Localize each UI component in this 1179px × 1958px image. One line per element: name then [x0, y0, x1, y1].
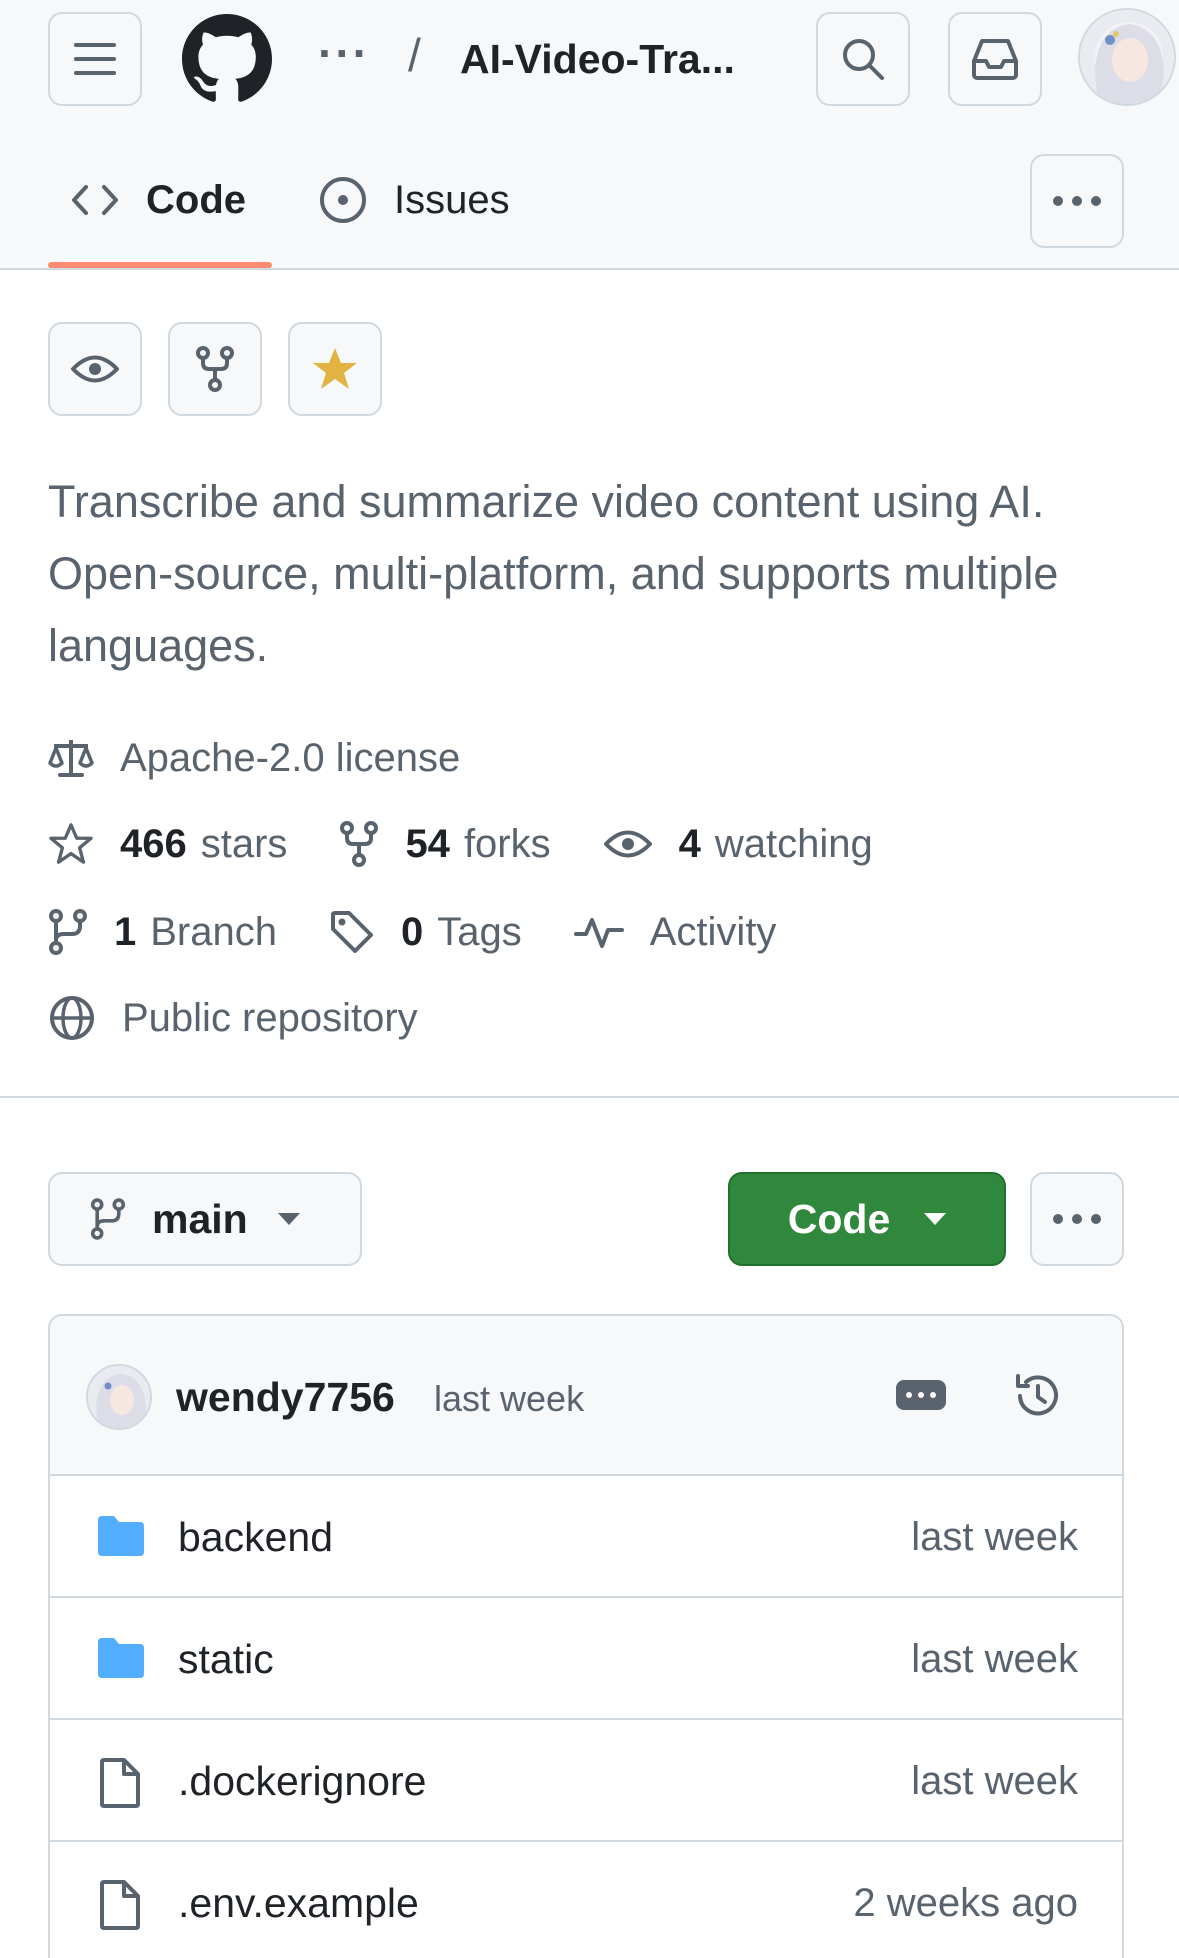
triangle-down-icon: [277, 1213, 300, 1225]
file-row-env-example[interactable]: .env.example 2 weeks ago: [50, 1842, 1122, 1958]
repo-name-link[interactable]: AI-Video-Tra...: [460, 36, 735, 82]
watching-link[interactable]: 4 watching: [603, 822, 873, 867]
branch-select-button[interactable]: main: [48, 1172, 362, 1266]
eye-icon: [603, 827, 653, 861]
forks-link[interactable]: 54 forks: [339, 820, 551, 868]
file-name[interactable]: .env.example: [178, 1878, 419, 1928]
forks-label: forks: [463, 821, 551, 866]
top-header: ··· / AI-Video-Tra... Code Issues: [0, 0, 1179, 270]
inbox-button[interactable]: [948, 12, 1042, 106]
forks-count: 54: [405, 821, 450, 866]
tags-link[interactable]: 0 Tags: [329, 909, 522, 955]
file-name[interactable]: static: [178, 1634, 274, 1684]
section-divider: [0, 1096, 1179, 1098]
tab-issues-label: Issues: [394, 178, 510, 222]
pulse-icon: [573, 914, 624, 950]
file-row-static[interactable]: static last week: [50, 1598, 1122, 1720]
git-branch-icon: [90, 1198, 126, 1240]
activity-link[interactable]: Activity: [573, 909, 777, 955]
file-icon: [96, 1758, 144, 1813]
fork-button[interactable]: [168, 322, 262, 416]
visibility-info: Public repository: [48, 994, 418, 1042]
git-branch-icon: [48, 908, 88, 956]
commit-author-avatar[interactable]: [86, 1364, 152, 1430]
activity-label: Activity: [649, 909, 777, 954]
watch-button[interactable]: [48, 322, 142, 416]
menu-button[interactable]: [48, 12, 142, 106]
menu-icon: [74, 43, 116, 75]
refs-row: 1 Branch 0 Tags Activity: [48, 902, 828, 962]
avatar[interactable]: [1078, 8, 1176, 106]
tab-issues[interactable]: Issues: [318, 170, 510, 230]
watching-count: 4: [678, 821, 701, 866]
license-link[interactable]: Apache-2.0 license: [48, 736, 460, 781]
tag-icon: [329, 909, 375, 955]
history-icon[interactable]: [1012, 1370, 1064, 1427]
tab-code-label: Code: [146, 178, 246, 222]
file-time: 2 weeks ago: [853, 1881, 1078, 1925]
star-fill-icon: [313, 348, 357, 389]
folder-icon: [96, 1514, 146, 1563]
inbox-icon: [972, 39, 1018, 80]
license-row: Apache-2.0 license: [48, 728, 512, 788]
visibility-label: Public repository: [122, 995, 418, 1040]
visibility-row: Public repository: [48, 988, 470, 1048]
code-button-label: Code: [787, 1195, 891, 1242]
repo-forked-icon: [339, 820, 379, 868]
file-name[interactable]: .dockerignore: [178, 1756, 426, 1806]
stars-count: 466: [120, 821, 187, 866]
branch-count: 1: [114, 909, 137, 954]
repo-description: Transcribe and summarize video content u…: [48, 476, 1059, 671]
search-button[interactable]: [816, 12, 910, 106]
branch-name: main: [152, 1195, 248, 1242]
kebab-horizontal-icon: [1053, 196, 1101, 206]
file-icon: [96, 1880, 144, 1935]
law-icon: [48, 737, 94, 779]
eye-icon: [71, 355, 119, 383]
folder-icon: [96, 1636, 146, 1685]
star-button[interactable]: [288, 322, 382, 416]
star-icon: [48, 822, 94, 866]
branch-label: Branch: [150, 909, 277, 954]
code-dropdown-button[interactable]: Code: [728, 1172, 1006, 1266]
triangle-down-icon: [924, 1213, 947, 1225]
license-label: Apache-2.0 license: [120, 735, 461, 780]
file-time: last week: [911, 1637, 1078, 1681]
file-time: last week: [911, 1759, 1078, 1803]
stats-row: 466 stars 54 forks 4 watching: [48, 814, 925, 874]
tabs-more-button[interactable]: [1030, 154, 1124, 248]
breadcrumb-ellipsis[interactable]: ···: [318, 30, 370, 76]
globe-icon: [48, 994, 96, 1042]
selected-tab-indicator: [48, 262, 272, 268]
breadcrumb-separator: /: [408, 29, 421, 81]
issue-opened-icon: [318, 175, 368, 225]
commit-time: last week: [434, 1378, 585, 1419]
code-icon: [70, 183, 120, 217]
repo-more-button[interactable]: [1030, 1172, 1124, 1266]
file-name[interactable]: backend: [178, 1512, 333, 1562]
latest-commit-row: wendy7756 last week: [50, 1316, 1122, 1476]
tags-count: 0: [401, 909, 424, 954]
kebab-horizontal-icon: [1053, 1214, 1101, 1224]
file-row-dockerignore[interactable]: .dockerignore last week: [50, 1720, 1122, 1842]
tab-code[interactable]: Code: [70, 170, 246, 230]
stars-link[interactable]: 466 stars: [48, 822, 287, 867]
commit-author[interactable]: wendy7756: [176, 1372, 395, 1422]
watching-label: watching: [714, 821, 873, 866]
file-row-backend[interactable]: backend last week: [50, 1476, 1122, 1598]
branches-link[interactable]: 1 Branch: [48, 908, 277, 956]
file-time: last week: [911, 1515, 1078, 1559]
stars-label: stars: [200, 821, 288, 866]
commit-message-toggle[interactable]: [896, 1380, 946, 1410]
tags-label: Tags: [437, 909, 522, 954]
repo-forked-icon: [196, 346, 234, 392]
file-list: wendy7756 last week backend last week st…: [48, 1314, 1124, 1958]
github-logo-icon[interactable]: [182, 14, 272, 104]
search-icon: [843, 39, 884, 80]
